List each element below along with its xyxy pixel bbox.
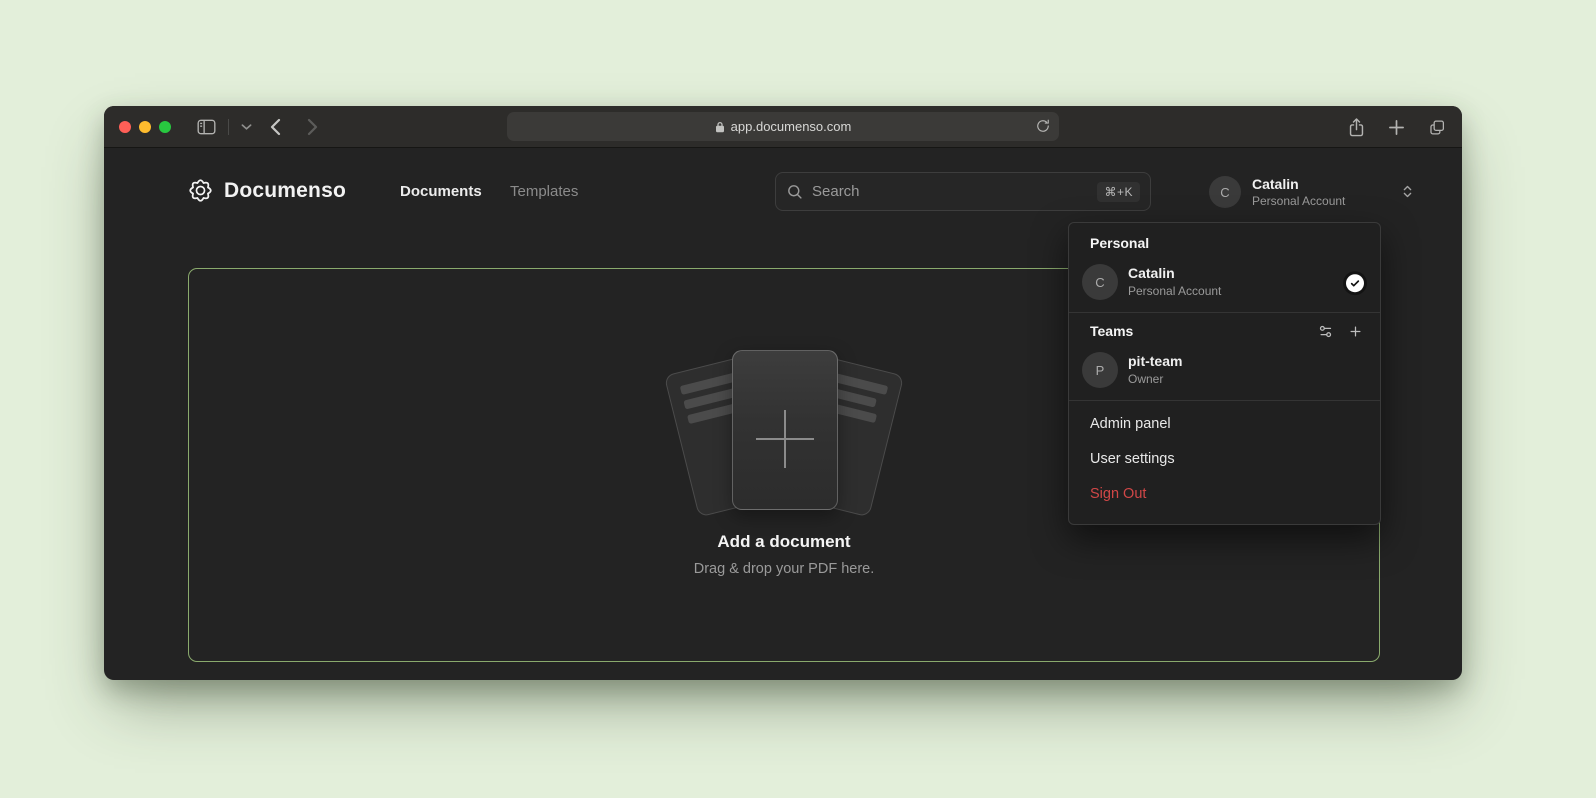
sidebar-chevron-down-icon[interactable] (241, 123, 252, 131)
search-shortcut-badge: ⌘+K (1097, 182, 1140, 202)
address-bar[interactable]: app.documenso.com (507, 112, 1059, 141)
share-icon[interactable] (1348, 118, 1365, 137)
reload-icon[interactable] (1036, 119, 1050, 133)
url-text: app.documenso.com (731, 119, 852, 134)
nav-documents[interactable]: Documents (400, 183, 482, 200)
documenso-brand[interactable]: Documenso (186, 176, 346, 205)
personal-account-name: Catalin (1128, 265, 1221, 282)
avatar: C (1082, 264, 1118, 300)
search-box[interactable]: ⌘+K (775, 172, 1151, 211)
team-name: pit-team (1128, 353, 1182, 370)
account-name: Catalin (1252, 176, 1345, 193)
back-button[interactable] (270, 118, 281, 136)
selected-check-icon (1346, 274, 1364, 292)
window-controls (119, 121, 171, 133)
dropzone-title: Add a document (717, 532, 850, 552)
browser-window: app.documenso.com (104, 106, 1462, 680)
document-card-center (732, 350, 838, 510)
menu-item-sign-out[interactable]: Sign Out (1069, 477, 1380, 512)
toolbar-separator (228, 119, 229, 135)
dropzone-illustration (664, 354, 904, 506)
minimize-window-button[interactable] (139, 121, 151, 133)
personal-account-type: Personal Account (1128, 284, 1221, 299)
lock-icon (715, 121, 725, 133)
documenso-logo-icon (186, 176, 215, 205)
sidebar-toggle-icon[interactable] (197, 119, 216, 135)
nav-templates[interactable]: Templates (510, 183, 578, 200)
team-role: Owner (1128, 372, 1182, 387)
brand-name: Documenso (224, 179, 346, 203)
account-type: Personal Account (1252, 194, 1345, 209)
zoom-window-button[interactable] (159, 121, 171, 133)
close-window-button[interactable] (119, 121, 131, 133)
menu-teams-heading: Teams (1090, 323, 1133, 339)
menu-item-user-settings[interactable]: User settings (1069, 442, 1380, 477)
avatar: C (1209, 176, 1241, 208)
account-dropdown-menu: Personal C Catalin Personal Account Team… (1068, 222, 1381, 525)
account-menu-button[interactable]: C Catalin Personal Account (1209, 176, 1415, 209)
search-input[interactable] (812, 183, 1097, 200)
plus-icon (756, 410, 814, 468)
menu-personal-account-item[interactable]: C Catalin Personal Account (1069, 259, 1380, 310)
chevrons-up-down-icon (1400, 184, 1415, 199)
avatar: P (1082, 352, 1118, 388)
menu-personal-heading: Personal (1069, 233, 1380, 259)
add-team-icon[interactable] (1348, 324, 1363, 339)
search-icon (786, 183, 803, 200)
dropzone-subtitle: Drag & drop your PDF here. (694, 561, 875, 577)
menu-team-item[interactable]: P pit-team Owner (1069, 347, 1380, 398)
browser-titlebar: app.documenso.com (104, 106, 1462, 148)
menu-item-admin-panel[interactable]: Admin panel (1069, 407, 1380, 442)
new-tab-icon[interactable] (1388, 119, 1405, 136)
tab-overview-icon[interactable] (1428, 119, 1446, 136)
manage-teams-icon[interactable] (1318, 324, 1333, 339)
forward-button[interactable] (307, 118, 318, 136)
desktop: { "browser": { "url": "app.documenso.com… (0, 0, 1596, 798)
